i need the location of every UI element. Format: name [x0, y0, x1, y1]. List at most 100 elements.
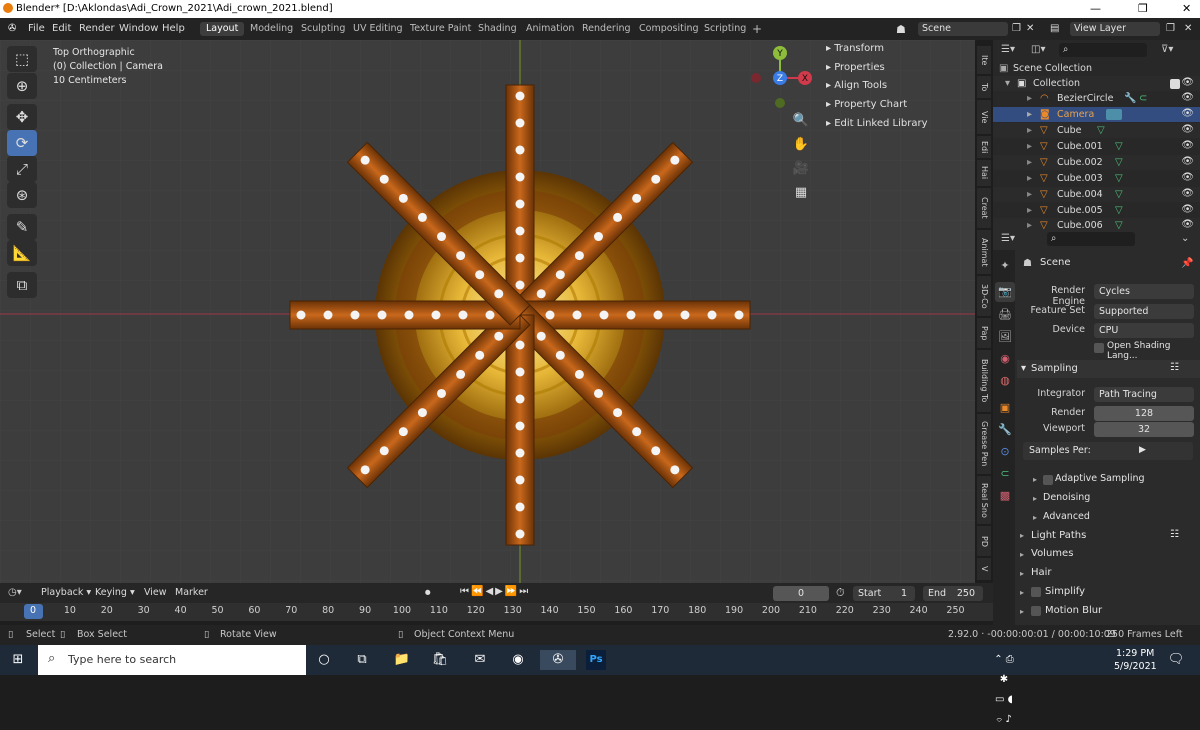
side-tab-edit[interactable]: Edi: [977, 136, 991, 158]
rotate-tool[interactable]: ⟳: [7, 130, 37, 156]
eye-icon[interactable]: 👁: [1181, 156, 1194, 167]
notifications-icon[interactable]: 🗨: [1166, 650, 1186, 670]
integrator-dropdown[interactable]: Path Tracing: [1094, 387, 1194, 402]
world-tab-icon[interactable]: ◍: [995, 371, 1015, 391]
render-engine-dropdown[interactable]: Cycles: [1094, 284, 1194, 299]
menu-playback[interactable]: Playback ▾: [41, 587, 91, 598]
current-frame-field[interactable]: 0: [773, 586, 829, 601]
perspective-grid-icon[interactable]: ▦: [791, 183, 811, 203]
maximize-button[interactable]: ❐: [1138, 2, 1148, 15]
object-tab-icon[interactable]: ▣: [995, 398, 1015, 418]
pin-icon[interactable]: 📌: [1181, 258, 1193, 269]
outliner-item-cube-003[interactable]: ▸ ▽ Cube.003 ▽ 👁: [993, 171, 1200, 186]
side-tab-hair[interactable]: Hai: [977, 160, 991, 186]
expand-arrow-icon[interactable]: ▸: [1027, 173, 1032, 184]
stopwatch-icon[interactable]: ⏱: [836, 586, 845, 600]
outliner-scene-collection[interactable]: ▣ Scene Collection: [993, 61, 1200, 76]
playback-controls-icon[interactable]: ⏮⏪◀▶⏩⏭: [460, 586, 530, 597]
tab-sculpting[interactable]: Sculpting: [295, 22, 351, 36]
outliner-display-mode-icon[interactable]: ◫▾: [1031, 44, 1045, 55]
particles-tab-icon[interactable]: ⊙: [995, 442, 1015, 462]
advanced-label[interactable]: Advanced: [1043, 511, 1090, 522]
blender-menu-icon[interactable]: ✇: [8, 23, 16, 34]
file-explorer-icon[interactable]: 📁: [392, 650, 412, 670]
store-icon[interactable]: 🛍: [430, 650, 450, 670]
tab-rendering[interactable]: Rendering: [576, 22, 637, 36]
eye-icon[interactable]: 👁: [1181, 77, 1194, 88]
viewport-samples-field[interactable]: 32: [1094, 422, 1194, 437]
expand-arrow-icon[interactable]: ▸: [1027, 157, 1032, 168]
delete-view-layer-icon[interactable]: ✕: [1184, 23, 1192, 34]
tab-uv-editing[interactable]: UV Editing: [347, 22, 409, 36]
menu-file[interactable]: File: [28, 23, 45, 34]
start-frame-field[interactable]: Start 1: [853, 586, 915, 601]
annotate-tool[interactable]: ✎: [7, 214, 37, 240]
expand-arrow-icon[interactable]: ▸: [1027, 93, 1032, 104]
expand-arrow-icon[interactable]: ▸: [1027, 205, 1032, 216]
tab-modeling[interactable]: Modeling: [244, 22, 299, 36]
outliner-editor-icon[interactable]: ☰▾: [1001, 44, 1015, 55]
n-panel-property-chart[interactable]: ▸ Property Chart: [826, 99, 907, 110]
side-tab-grease-pencil[interactable]: Grease Pen: [977, 414, 991, 474]
eye-icon[interactable]: 👁: [1181, 204, 1194, 215]
output-tab-icon[interactable]: 🖨: [995, 305, 1015, 325]
outliner-item-cube-002[interactable]: ▸ ▽ Cube.002 ▽ 👁: [993, 155, 1200, 170]
side-tab-paper[interactable]: Pap: [977, 318, 991, 348]
properties-search-input[interactable]: ⌕: [1047, 232, 1135, 246]
tab-scripting[interactable]: Scripting: [698, 22, 752, 36]
filter-icon[interactable]: ⊽▾: [1161, 44, 1173, 55]
n-panel-edit-linked-library[interactable]: ▸ Edit Linked Library: [826, 118, 928, 129]
properties-options-icon[interactable]: ⌄: [1181, 233, 1189, 244]
simplify-checkbox[interactable]: [1031, 587, 1041, 597]
eye-icon[interactable]: 👁: [1181, 188, 1194, 199]
tab-animation[interactable]: Animation: [520, 22, 580, 36]
menu-help[interactable]: Help: [162, 23, 185, 34]
record-icon[interactable]: ⏺: [425, 586, 431, 600]
expand-arrow-icon[interactable]: ▸: [1027, 125, 1032, 136]
cortana-icon[interactable]: ○: [314, 650, 334, 670]
motion-blur-header[interactable]: Motion Blur: [1045, 605, 1102, 616]
eye-icon[interactable]: 👁: [1181, 92, 1194, 103]
eye-icon[interactable]: 👁: [1181, 219, 1194, 230]
motion-blur-checkbox[interactable]: [1031, 606, 1041, 616]
camera-view-icon[interactable]: 🎥: [791, 159, 811, 179]
n-panel-align-tools[interactable]: ▸ Align Tools: [826, 80, 887, 91]
expand-arrow-icon[interactable]: ▾: [1005, 78, 1010, 89]
mail-icon[interactable]: ✉: [470, 650, 490, 670]
expand-arrow-icon[interactable]: ▸: [1027, 109, 1032, 120]
light-paths-header[interactable]: Light Paths: [1031, 530, 1086, 541]
taskbar-search-box[interactable]: ⌕ Type here to search: [38, 645, 306, 675]
side-tab-v[interactable]: V: [977, 558, 991, 580]
side-tab-pd[interactable]: PD: [977, 526, 991, 556]
gizmo-neg-x[interactable]: [751, 73, 761, 83]
constraints-tab-icon[interactable]: ⊂: [995, 464, 1015, 484]
chrome-icon[interactable]: ◉: [508, 650, 528, 670]
render-samples-field[interactable]: 128: [1094, 406, 1194, 421]
denoising-label[interactable]: Denoising: [1043, 492, 1090, 503]
expand-arrow-icon[interactable]: ▸: [1027, 220, 1032, 230]
sampling-header[interactable]: ▾ Sampling ☷: [1017, 360, 1200, 378]
side-tab-real-snow[interactable]: Real Sno: [977, 476, 991, 524]
side-tab-3d-cursor[interactable]: 3D-Co: [977, 276, 991, 316]
scene-tab-icon[interactable]: ◉: [995, 349, 1015, 369]
add-workspace-button[interactable]: +: [746, 22, 768, 36]
menu-keying[interactable]: Keying ▾: [95, 587, 135, 598]
copy-scene-icon[interactable]: ❐: [1012, 23, 1021, 34]
menu-edit[interactable]: Edit: [52, 23, 71, 34]
close-button[interactable]: ✕: [1182, 2, 1191, 15]
outliner-item-camera[interactable]: ▸ ◙ Camera 👁: [993, 107, 1200, 122]
move-tool[interactable]: ✥: [7, 104, 37, 130]
tab-shading[interactable]: Shading: [472, 22, 523, 36]
samples-per-row[interactable]: Samples Per: ▶: [1023, 442, 1193, 460]
tab-texture-paint[interactable]: Texture Paint: [404, 22, 477, 36]
tab-compositing[interactable]: Compositing: [633, 22, 705, 36]
scene-selector[interactable]: Scene: [918, 22, 1008, 36]
adaptive-sampling-checkbox[interactable]: [1043, 475, 1053, 485]
system-tray-icons[interactable]: ⌃ ⎙ ✱ ▭ ◖ ⌔ ♪: [994, 650, 1014, 725]
measure-tool[interactable]: 📐: [7, 240, 37, 266]
side-tab-animation[interactable]: Animat: [977, 230, 991, 274]
select-box-tool[interactable]: ⬚: [7, 46, 37, 72]
outliner-search-input[interactable]: ⌕: [1059, 43, 1147, 57]
task-view-icon[interactable]: ⧉: [352, 650, 372, 670]
blender-taskbar-icon[interactable]: ✇: [540, 650, 576, 670]
